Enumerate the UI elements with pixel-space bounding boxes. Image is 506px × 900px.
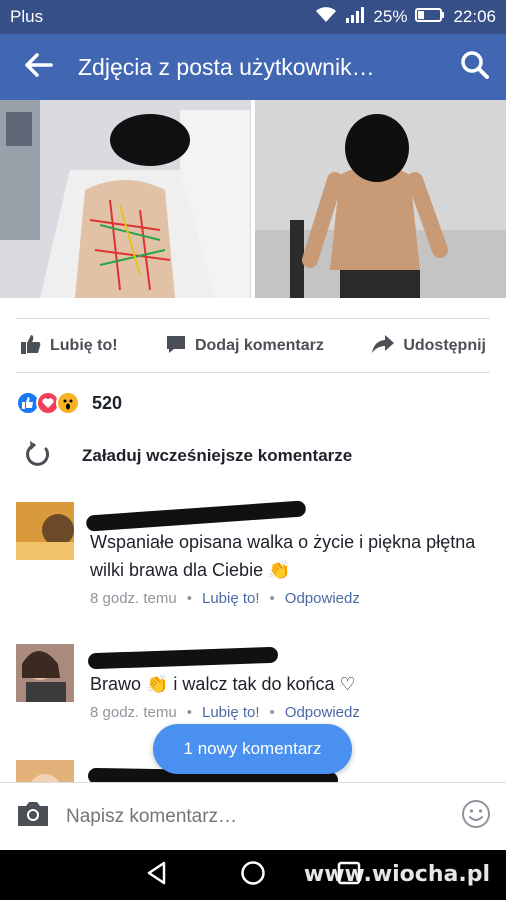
battery-icon [415, 7, 445, 28]
like-label: Lubię to! [50, 337, 118, 354]
reactions-summary[interactable]: 520 [16, 388, 122, 418]
app-bar: Zdjęcia z posta użytkownik… [0, 34, 506, 100]
comment-input[interactable] [66, 805, 446, 828]
dot-separator: • [269, 590, 275, 607]
battery-percent: 25% [373, 7, 408, 26]
divider [16, 372, 490, 373]
comment-time: 8 godz. temu [90, 704, 177, 721]
clock: 22:06 [453, 7, 496, 26]
new-comment-toast[interactable]: 1 nowy komentarz [153, 724, 352, 774]
status-bar: Plus 25% 22:06 [0, 0, 506, 34]
comment-button[interactable]: Dodaj komentarz [165, 333, 324, 360]
back-nav-button[interactable] [144, 860, 170, 891]
smiley-icon [461, 799, 491, 834]
wifi-icon [315, 6, 337, 28]
comment-like-link[interactable]: Lubię to! [202, 704, 260, 721]
search-button[interactable] [444, 34, 506, 100]
comment-author-redacted [87, 644, 486, 670]
search-icon [460, 50, 490, 85]
comment-text: Wspaniałe opisana walka o życie i piękna… [90, 532, 476, 580]
arrow-left-icon [25, 52, 53, 82]
dot-separator: • [186, 704, 192, 721]
dot-separator: • [269, 704, 275, 721]
emoji-button[interactable] [446, 799, 506, 834]
load-earlier-label: Załaduj wcześniejsze komentarze [82, 446, 353, 465]
comment: Brawo 👏 i walcz tak do końca ♡ 8 godz. t… [16, 644, 490, 734]
camera-button[interactable] [0, 800, 66, 833]
comment-composer [0, 782, 506, 850]
reaction-count: 520 [92, 392, 123, 413]
comment-time: 8 godz. temu [90, 590, 177, 607]
post-actions: Lubię to! Dodaj komentarz Udostępnij [0, 320, 506, 372]
load-earlier-comments[interactable]: Załaduj wcześniejsze komentarze [24, 438, 494, 474]
signal-icon [345, 6, 365, 28]
photo-shirtless[interactable] [255, 100, 506, 298]
comment-author-redacted [85, 500, 486, 532]
share-icon [371, 333, 395, 360]
comment-label: Dodaj komentarz [194, 337, 324, 354]
divider [16, 318, 490, 319]
comment-reply-link[interactable]: Odpowiedz [285, 590, 360, 607]
home-nav-button[interactable] [240, 860, 266, 891]
avatar[interactable] [16, 502, 74, 560]
refresh-icon [24, 439, 54, 474]
comment-reply-link[interactable]: Odpowiedz [285, 704, 360, 721]
comment-text: Brawo 👏 i walcz tak do końca ♡ [90, 674, 356, 694]
system-nav-bar: www.wiocha.pl [0, 850, 506, 900]
avatar[interactable] [16, 760, 74, 782]
watermark: www.wiocha.pl [303, 862, 490, 887]
like-button[interactable]: Lubię to! [20, 333, 118, 360]
wow-reaction-icon [56, 391, 80, 415]
thumbs-up-icon [20, 333, 42, 360]
camera-icon [16, 800, 50, 833]
back-button[interactable] [0, 34, 78, 100]
photo-hospital[interactable] [0, 100, 251, 298]
carrier-label: Plus [10, 7, 44, 26]
page-title: Zdjęcia z posta użytkownik… [78, 53, 375, 80]
share-label: Udostępnij [403, 337, 486, 354]
post-photos [0, 100, 506, 298]
comment-like-link[interactable]: Lubię to! [202, 590, 260, 607]
dot-separator: • [186, 590, 192, 607]
share-button[interactable]: Udostępnij [371, 333, 486, 360]
comment-icon [165, 333, 187, 360]
comment: Wspaniałe opisana walka o życie i piękna… [16, 500, 490, 622]
avatar[interactable] [16, 644, 74, 702]
